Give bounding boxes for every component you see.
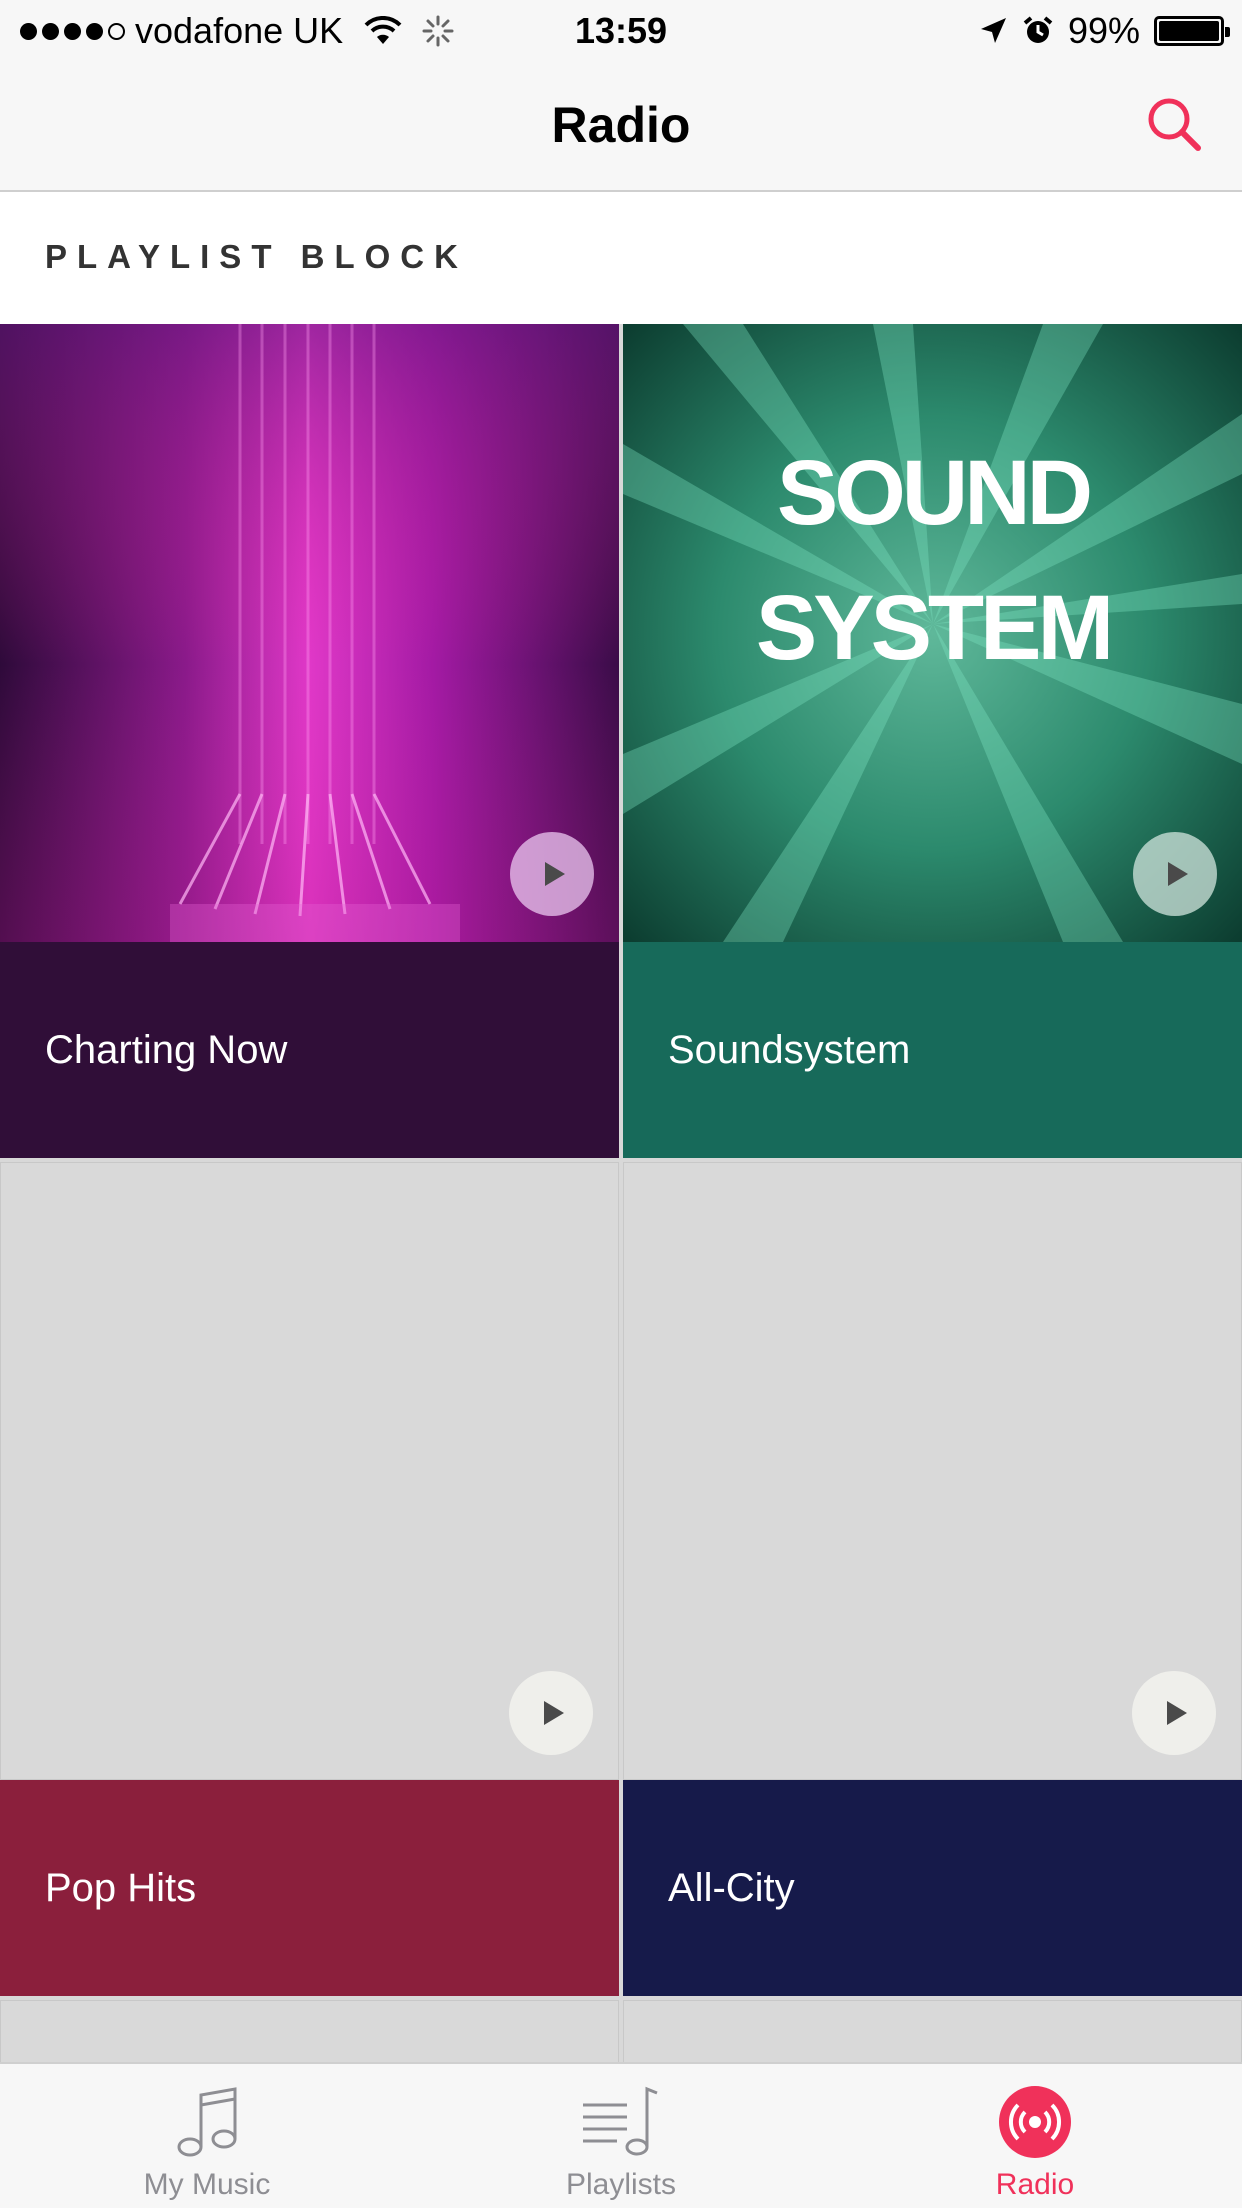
battery-icon bbox=[1154, 16, 1230, 46]
tab-label: My Music bbox=[143, 2168, 271, 2201]
tab-bar: My Music Playlists Radio bbox=[0, 2062, 1242, 2208]
music-note-icon bbox=[167, 2082, 247, 2162]
artwork-text-sound: SOUND bbox=[777, 442, 1090, 544]
station-label-bar[interactable]: All-City bbox=[623, 1780, 1242, 1996]
carrier-name: vodafone UK bbox=[135, 10, 344, 51]
tab-label: Radio bbox=[995, 2168, 1075, 2201]
play-button[interactable] bbox=[509, 1671, 593, 1755]
tab-my-music[interactable]: My Music bbox=[0, 2064, 414, 2208]
tab-playlists[interactable]: Playlists bbox=[414, 2064, 828, 2208]
station-grid[interactable]: Charting Now SOUND SYSTEM Soundsystem Po… bbox=[0, 324, 1242, 2062]
playlist-icon bbox=[581, 2082, 661, 2162]
status-bar: vodafone UK 13:59 99% bbox=[0, 0, 1242, 62]
play-button[interactable] bbox=[510, 832, 594, 916]
play-button[interactable] bbox=[1133, 832, 1217, 916]
station-artwork[interactable] bbox=[0, 324, 619, 942]
search-icon[interactable] bbox=[1142, 92, 1206, 156]
station-tile-partial[interactable] bbox=[0, 2000, 619, 2062]
location-arrow-icon bbox=[980, 18, 1006, 43]
section-title: PLAYLIST BLOCK bbox=[45, 238, 468, 275]
radio-broadcast-icon bbox=[995, 2082, 1075, 2162]
tab-radio[interactable]: Radio bbox=[828, 2064, 1242, 2208]
station-artwork-placeholder[interactable] bbox=[0, 1162, 619, 1780]
section-header: PLAYLIST BLOCK bbox=[0, 192, 1242, 324]
battery-percentage: 99% bbox=[1067, 10, 1140, 51]
play-icon bbox=[544, 1701, 564, 1725]
station-tile-all-city[interactable]: All-City bbox=[623, 1162, 1242, 1996]
station-label-bar[interactable]: Soundsystem bbox=[623, 942, 1242, 1158]
navigation-bar: Radio bbox=[0, 62, 1242, 192]
station-artwork-placeholder[interactable] bbox=[623, 1162, 1242, 1780]
activity-spinner-icon bbox=[422, 15, 454, 47]
station-tile-soundsystem[interactable]: SOUND SYSTEM Soundsystem bbox=[623, 324, 1242, 1158]
page-title: Radio bbox=[551, 97, 691, 153]
station-tile-charting-now[interactable]: Charting Now bbox=[0, 324, 619, 1158]
station-label-bar[interactable]: Charting Now bbox=[0, 942, 619, 1158]
play-button[interactable] bbox=[1132, 1671, 1216, 1755]
tab-label: Playlists bbox=[565, 2168, 677, 2201]
station-name: Charting Now bbox=[45, 1028, 288, 1072]
station-tile-partial[interactable] bbox=[623, 2000, 1242, 2062]
alarm-clock-icon bbox=[1023, 16, 1053, 43]
play-icon bbox=[1168, 862, 1188, 886]
station-name: All-City bbox=[668, 1866, 795, 1910]
station-artwork[interactable]: SOUND SYSTEM bbox=[623, 324, 1242, 942]
station-name: Soundsystem bbox=[668, 1028, 911, 1072]
station-label-bar[interactable]: Pop Hits bbox=[0, 1780, 619, 1996]
wifi-icon bbox=[364, 16, 402, 44]
play-icon bbox=[545, 862, 565, 886]
station-name: Pop Hits bbox=[45, 1866, 197, 1910]
play-icon bbox=[1167, 1701, 1187, 1725]
signal-strength-icon bbox=[20, 22, 125, 40]
artwork-text-system: SYSTEM bbox=[756, 577, 1110, 679]
station-tile-pop-hits[interactable]: Pop Hits bbox=[0, 1162, 619, 1996]
